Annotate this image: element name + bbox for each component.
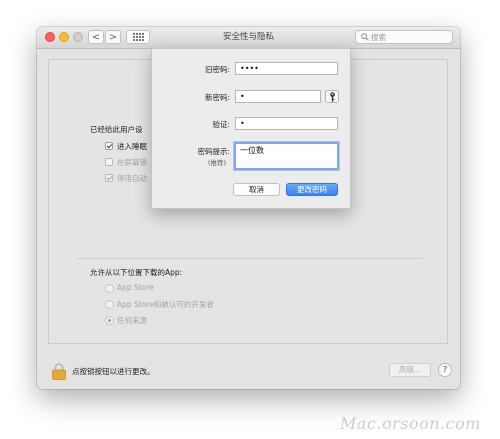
downloads-section-title: 允许从以下位置下载的App: [90,268,183,277]
radio-identified-developers[interactable] [105,300,114,309]
disable-auto-login-label: 停用自动 [117,174,147,183]
old-password-field[interactable]: •••• [235,62,338,75]
user-password-section-title: 已经给此用户设 [90,125,143,134]
sleep-password-checkbox[interactable] [105,142,113,150]
search-placeholder: 搜索 [371,33,386,42]
password-hint-recommended: (推荐) [207,159,226,167]
advanced-button[interactable]: 高级... [389,363,431,377]
radio-anywhere-label: 任何来源 [117,316,147,325]
cancel-button[interactable]: 取消 [233,183,280,196]
help-button[interactable]: ? [438,363,452,377]
radio-app-store[interactable] [105,284,114,293]
verify-label: 验证: [212,120,230,129]
change-password-sheet: 旧密码: •••• 新密码: • 验证: • 密码提示: (推荐) 一位数 取消… [151,48,351,209]
sleep-password-label: 进入睡眠 [117,142,147,151]
watermark: Mac.orsoon.com [340,414,481,433]
search-field[interactable]: 搜索 [355,30,453,44]
title-bar: < > 安全性与隐私 搜索 [37,27,460,49]
radio-identified-developers-label: App Store和被认可的开发者 [117,300,214,309]
search-icon [361,33,369,41]
password-assistant-button[interactable] [325,90,339,103]
lock-button[interactable] [52,363,66,384]
disable-auto-login-checkbox[interactable] [105,174,113,182]
change-password-button[interactable]: 更改密码 [286,183,338,196]
radio-anywhere[interactable] [105,316,114,325]
old-password-label: 旧密码: [204,65,230,74]
lock-message-checkbox[interactable] [105,158,113,166]
lock-instructions: 点按锁按钮以进行更改。 [72,367,155,376]
verify-field[interactable]: • [235,117,338,130]
new-password-field[interactable]: • [235,90,321,103]
key-icon [330,92,335,102]
lock-icon [52,363,66,380]
new-password-label: 新密码: [204,93,230,102]
lock-message-label: 在屏幕锁 [117,158,147,167]
password-hint-field[interactable]: 一位数 [234,142,339,170]
password-hint-label: 密码提示: [197,147,230,156]
section-divider [77,258,422,259]
radio-app-store-label: App Store [117,283,154,292]
